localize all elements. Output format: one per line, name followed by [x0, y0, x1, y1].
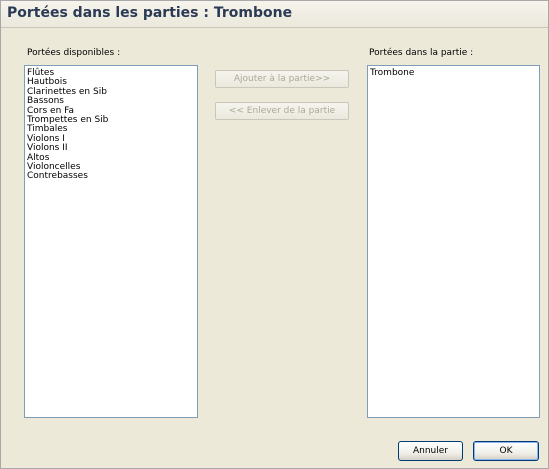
- list-item[interactable]: Trombone: [368, 68, 539, 78]
- list-item[interactable]: Violons II: [25, 143, 197, 153]
- cancel-button[interactable]: Annuler: [398, 441, 463, 461]
- available-staves-label: Portées disponibles :: [27, 48, 121, 58]
- add-to-part-button[interactable]: Ajouter à la partie>>: [215, 70, 349, 88]
- available-staves-list[interactable]: Flûtes Hautbois Clarinettes en Sib Basso…: [24, 65, 198, 418]
- part-staves-list[interactable]: Trombone: [367, 65, 540, 418]
- staves-in-parts-dialog: Portées dans les parties : Trombone Port…: [0, 0, 549, 469]
- remove-from-part-button[interactable]: << Enlever de la partie: [215, 102, 349, 120]
- list-item[interactable]: Contrebasses: [25, 172, 197, 182]
- ok-button[interactable]: OK: [473, 441, 539, 461]
- dialog-title: Portées dans les parties : Trombone: [7, 5, 293, 21]
- title-bar[interactable]: Portées dans les parties : Trombone: [1, 1, 548, 28]
- part-staves-label: Portées dans la partie :: [369, 48, 474, 58]
